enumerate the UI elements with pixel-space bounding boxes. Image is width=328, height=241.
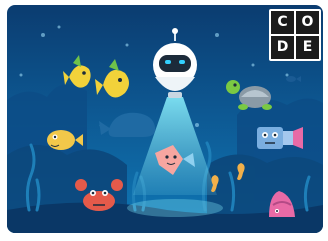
code-logo[interactable]: C O D E	[269, 9, 321, 61]
turtle-icon	[226, 80, 272, 110]
underwater-scene: C O D E	[7, 5, 323, 233]
robot-icon	[153, 28, 197, 98]
boxfish-icon	[257, 127, 303, 149]
angelfish-icon	[95, 59, 129, 98]
light-pool	[127, 199, 223, 217]
code-logo-letter-c: C	[271, 11, 294, 34]
code-logo-letter-e: E	[296, 36, 319, 59]
light-beam	[133, 97, 217, 195]
angelfish-icon	[63, 55, 91, 88]
fish-icon	[286, 76, 301, 82]
code-logo-letter-d: D	[271, 36, 294, 59]
code-logo-letter-o: O	[296, 11, 319, 34]
whale-icon	[99, 112, 156, 137]
